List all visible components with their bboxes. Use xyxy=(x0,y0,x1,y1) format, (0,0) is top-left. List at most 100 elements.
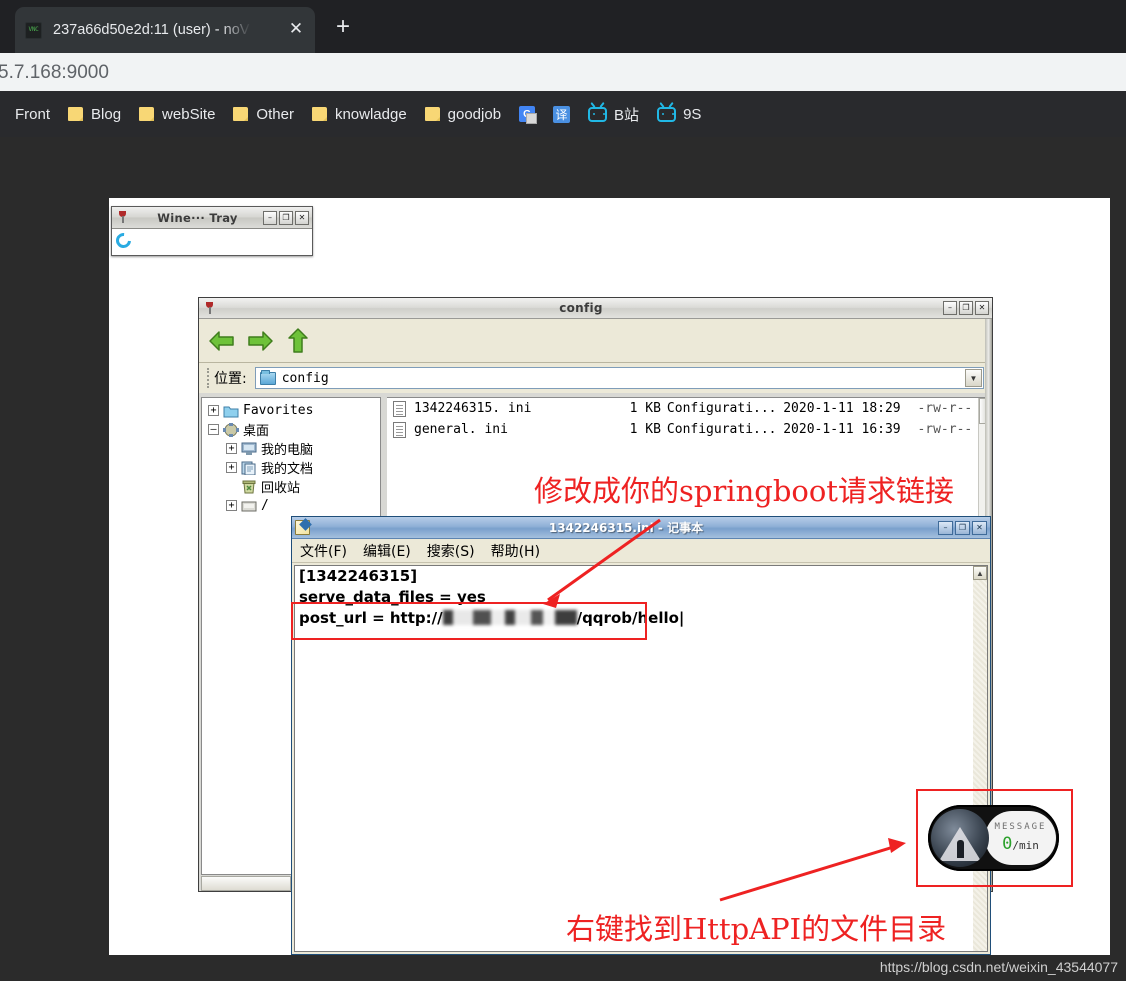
bilibili-icon xyxy=(657,106,677,122)
avatar xyxy=(931,809,989,867)
location-label: 位置: xyxy=(207,368,247,388)
location-value: config xyxy=(281,370,329,386)
folder-icon xyxy=(311,107,327,121)
table-row[interactable]: 1342246315. ini 1 KB Configurati... 2020… xyxy=(387,398,989,419)
tray-app-icon[interactable] xyxy=(112,229,135,252)
bookmark-knowladge[interactable]: knowladge xyxy=(303,99,416,129)
address-bar-text: 5.7.168:9000 xyxy=(0,62,109,83)
tab-strip: VNC 237a66d50e2d:11 (user) - noV ✕ + xyxy=(0,0,1126,53)
documents-icon xyxy=(241,461,257,475)
tree-item-label: 我的电脑 xyxy=(261,443,314,458)
file-name: general. ini xyxy=(414,422,508,437)
tree-item-favorites[interactable]: + Favorites xyxy=(204,401,380,420)
table-row[interactable]: general. ini 1 KB Configurati... 2020-1-… xyxy=(387,419,989,440)
tree-item-my-computer[interactable]: + 我的电脑 xyxy=(204,439,380,458)
forward-arrow-icon[interactable] xyxy=(245,326,275,356)
notepad-window[interactable]: 1342246315.ini - 记事本 – ❐ ✕ 文件(F) 编辑(E) 搜… xyxy=(291,516,991,955)
bookmark-front[interactable]: Front xyxy=(6,99,59,129)
file-type: Configurati... xyxy=(666,422,777,437)
bookmark-label: goodjob xyxy=(447,105,502,123)
expander-icon[interactable]: + xyxy=(226,462,237,473)
close-button[interactable]: ✕ xyxy=(295,210,309,225)
rate-number: 0 xyxy=(1002,834,1013,854)
file-date: 2020-1-11 16:39 xyxy=(783,422,901,437)
up-arrow-icon[interactable] xyxy=(283,326,313,356)
drive-icon xyxy=(241,499,257,513)
minimize-button[interactable]: – xyxy=(263,210,277,225)
chevron-down-icon[interactable]: ▼ xyxy=(965,369,982,387)
location-combobox[interactable]: config ▼ xyxy=(254,367,984,389)
menu-edit[interactable]: 编辑(E) xyxy=(363,541,411,561)
expander-icon[interactable]: + xyxy=(226,500,237,511)
file-size: 1 KB xyxy=(629,401,661,416)
file-type: Configurati... xyxy=(666,401,777,416)
wine-tray-titlebar[interactable]: Wine··· Tray – ❐ ✕ xyxy=(112,207,312,229)
tree-item-desktop[interactable]: – 桌面 xyxy=(204,420,380,439)
close-button[interactable]: ✕ xyxy=(975,301,989,315)
bookmark-other[interactable]: Other xyxy=(224,99,303,129)
notepad-titlebar[interactable]: 1342246315.ini - 记事本 – ❐ ✕ xyxy=(292,517,990,539)
menu-search[interactable]: 搜索(S) xyxy=(427,541,475,561)
folder-icon xyxy=(424,107,440,121)
expander-icon[interactable]: + xyxy=(208,405,219,416)
bookmark-google-translate[interactable]: G xyxy=(510,99,544,129)
maximize-button[interactable]: ❐ xyxy=(955,520,970,535)
ini-section-line: [1342246315] xyxy=(299,567,418,585)
computer-icon xyxy=(241,442,257,456)
tree-item-recycle-bin[interactable]: 回收站 xyxy=(204,477,380,496)
config-location-bar: 位置: config ▼ xyxy=(199,363,992,393)
browser-tab[interactable]: VNC 237a66d50e2d:11 (user) - noV ✕ xyxy=(15,7,315,53)
tree-item-label: 回收站 xyxy=(261,481,301,496)
minimize-button[interactable]: – xyxy=(938,520,953,535)
config-toolbar xyxy=(199,319,992,363)
wine-tray-title: Wine··· Tray xyxy=(157,210,238,225)
bookmark-blog[interactable]: Blog xyxy=(59,99,130,129)
expander-icon[interactable]: – xyxy=(208,424,219,435)
vnc-icon: VNC xyxy=(25,21,42,39)
bookmark-label: webSite xyxy=(162,105,216,123)
notepad-title: 1342246315.ini - 记事本 xyxy=(548,521,704,535)
folder-icon xyxy=(68,107,84,121)
bilibili-icon xyxy=(588,106,608,122)
bookmarks-bar: Front Blog webSite Other knowladge goodj… xyxy=(0,91,1126,137)
maximize-button[interactable]: ❐ xyxy=(959,301,973,315)
text-caret: | xyxy=(678,609,685,627)
bookmark-website[interactable]: webSite xyxy=(130,99,224,129)
tree-item-label: 桌面 xyxy=(243,424,270,439)
maximize-button[interactable]: ❐ xyxy=(279,210,293,225)
wine-glass-icon xyxy=(116,210,129,225)
close-button[interactable]: ✕ xyxy=(972,520,987,535)
bookmark-bilibili[interactable]: B站 xyxy=(579,99,648,129)
expander-icon[interactable]: + xyxy=(226,443,237,454)
file-date: 2020-1-11 18:29 xyxy=(783,401,901,416)
notepad-scrollbar[interactable]: ▲ xyxy=(973,566,987,951)
back-arrow-icon[interactable] xyxy=(207,326,237,356)
menu-help[interactable]: 帮助(H) xyxy=(491,541,540,561)
folder-icon xyxy=(223,404,239,418)
scroll-up-icon[interactable]: ▲ xyxy=(973,566,987,580)
ini-file-icon xyxy=(393,421,406,438)
bookmark-fanyi[interactable]: 译 xyxy=(544,99,579,129)
bookmark-goodjob[interactable]: goodjob xyxy=(416,99,510,129)
ini-file-icon xyxy=(393,400,406,417)
address-bar[interactable]: 5.7.168:9000 xyxy=(0,53,1126,91)
config-titlebar[interactable]: config – ❐ ✕ xyxy=(199,298,992,319)
message-rate-pill: MESSAGE 0/min xyxy=(985,811,1056,865)
bookmark-9s[interactable]: 9S xyxy=(648,99,710,129)
file-size: 1 KB xyxy=(629,422,661,437)
status-segment xyxy=(202,877,291,890)
bookmark-label: Blog xyxy=(91,105,122,123)
close-icon[interactable]: ✕ xyxy=(287,21,305,39)
wine-tray-window[interactable]: Wine··· Tray – ❐ ✕ xyxy=(111,206,313,256)
tree-item-my-documents[interactable]: + 我的文档 xyxy=(204,458,380,477)
message-rate-value: 0/min xyxy=(1002,836,1039,853)
notepad-icon xyxy=(295,520,310,535)
minimize-button[interactable]: – xyxy=(943,301,957,315)
menu-file[interactable]: 文件(F) xyxy=(300,541,347,561)
message-rate-widget[interactable]: MESSAGE 0/min xyxy=(928,805,1059,871)
new-tab-button[interactable]: + xyxy=(330,14,356,40)
tree-item-root[interactable]: + / xyxy=(204,496,380,515)
config-window-title: config xyxy=(559,301,603,315)
notepad-menubar: 文件(F) 编辑(E) 搜索(S) 帮助(H) xyxy=(292,539,990,563)
wine-tray-body xyxy=(112,229,312,255)
